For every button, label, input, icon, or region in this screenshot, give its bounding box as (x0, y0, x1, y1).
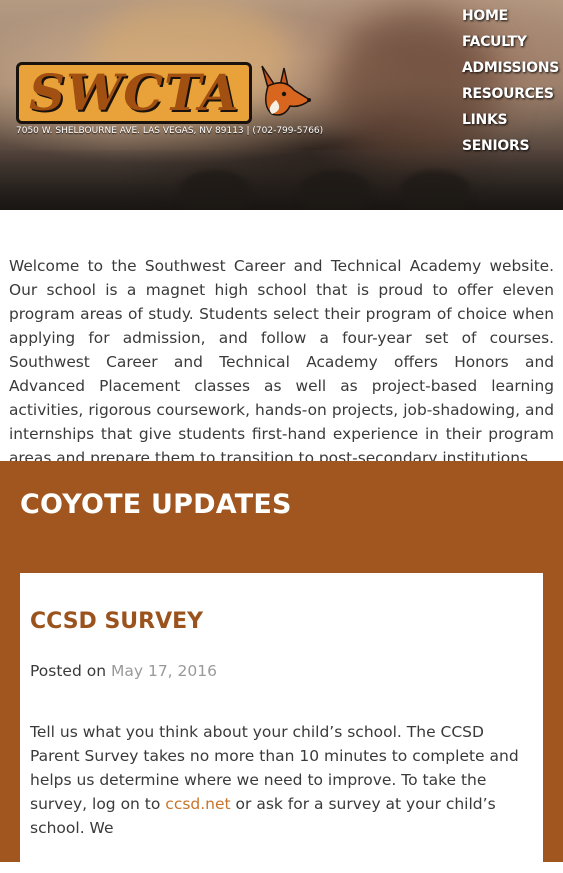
welcome-text: Welcome to the Southwest Career and Tech… (9, 257, 554, 467)
header-banner: SWCTA 7050 W. SHELBOURNE AVE. LAS VEGAS,… (0, 0, 563, 210)
school-address: 7050 W. SHELBOURNE AVE. LAS VEGAS, NV 89… (16, 126, 324, 136)
nav-item-resources[interactable]: RESOURCES (462, 84, 559, 110)
post-card: CCSD SURVEY Posted on May 17, 2016 Tell … (20, 573, 543, 873)
nav-item-links[interactable]: LINKS (462, 110, 559, 136)
banner-photo-detail (180, 170, 250, 210)
nav-item-seniors[interactable]: SENIORS (462, 136, 559, 162)
main-nav: HOME FACULTY ADMISSIONS RESOURCES LINKS … (462, 6, 559, 162)
banner-photo-detail (400, 170, 470, 210)
section-heading: COYOTE UPDATES (20, 489, 292, 520)
nav-item-admissions[interactable]: ADMISSIONS (462, 58, 559, 84)
post-body: Tell us what you think about your child’… (30, 720, 533, 840)
logo-text: SWCTA (16, 62, 253, 124)
post-title[interactable]: CCSD SURVEY (30, 573, 533, 634)
post-date[interactable]: May 17, 2016 (111, 662, 217, 680)
banner-photo-detail (300, 170, 370, 210)
nav-item-home[interactable]: HOME (462, 6, 559, 32)
nav-item-faculty[interactable]: FACULTY (462, 32, 559, 58)
site-logo[interactable]: SWCTA (16, 62, 312, 124)
coyote-updates-section: COYOTE UPDATES CCSD SURVEY Posted on May… (0, 461, 563, 873)
posted-label: Posted on (30, 662, 107, 680)
ccsd-link[interactable]: ccsd.net (165, 795, 230, 813)
fox-icon (261, 65, 312, 116)
post-meta: Posted on May 17, 2016 (30, 662, 533, 680)
